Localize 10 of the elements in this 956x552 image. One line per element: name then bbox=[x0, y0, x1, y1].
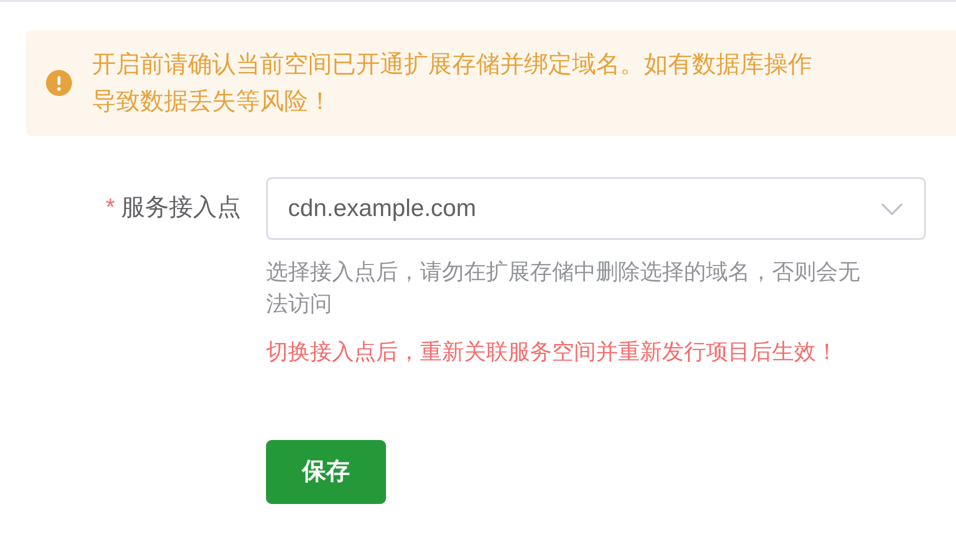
alert-text: 开启前请确认当前空间已开通扩展存储并绑定域名。如有数据库操作 bbox=[92, 50, 812, 80]
field-label: 服务接入点 bbox=[121, 194, 241, 221]
select-field[interactable]: cdn.example.com bbox=[266, 177, 926, 240]
alert-text: 导致数据丢失等风险！ bbox=[92, 87, 333, 117]
chevron-down-icon bbox=[880, 202, 904, 216]
save-button[interactable]: 保存 bbox=[266, 440, 386, 504]
warning-text: 切换接入点后，重新关联服务空间并重新发行项目后生效！ bbox=[266, 338, 839, 366]
required-mark: * bbox=[106, 194, 115, 221]
help-text: 选择接入点后，请勿在扩展存储中删除选择的域名，否则会无法访问 bbox=[266, 258, 861, 318]
warning-icon bbox=[46, 70, 72, 96]
